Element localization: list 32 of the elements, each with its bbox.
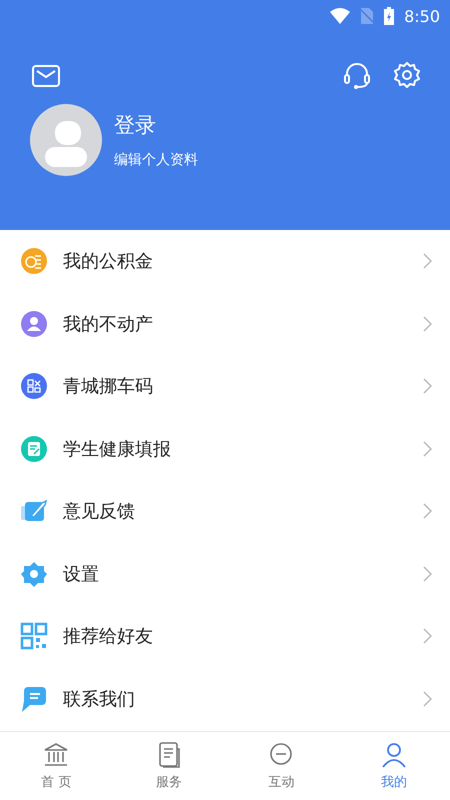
user-icon [380, 741, 408, 769]
nav-tab[interactable]: 互动 [225, 732, 338, 800]
chevron-icon [423, 566, 432, 582]
menu-item[interactable]: 我的不动产 [63, 312, 423, 336]
chevron-icon [423, 628, 432, 644]
edit-profile-link[interactable]: 编辑个人资料 [114, 151, 198, 169]
bank-icon [42, 741, 70, 769]
menu-item[interactable]: 联系我们 [63, 686, 423, 711]
chevron-icon [423, 378, 432, 394]
menu-item[interactable]: 意见反馈 [63, 499, 423, 524]
chevron-icon [423, 316, 432, 332]
mail-icon[interactable] [32, 65, 60, 87]
nav-tab[interactable]: 我的 [338, 732, 450, 800]
menu-item[interactable]: 我的公积金 [63, 249, 423, 274]
avatar-icon[interactable] [30, 104, 102, 176]
menu-item[interactable]: 青城挪车码 [63, 374, 423, 398]
chevron-icon [423, 253, 432, 270]
login-link[interactable]: 登录 [114, 111, 198, 139]
no-sim-icon [360, 8, 374, 24]
nav-tab[interactable]: 服务 [112, 732, 225, 800]
status-time: 8:50 [404, 6, 440, 26]
chevron-icon [423, 690, 432, 707]
nav-tab[interactable]: 首 页 [0, 732, 112, 800]
battery-icon [384, 7, 394, 25]
headset-icon[interactable] [344, 62, 370, 90]
menu-item[interactable]: 设置 [63, 562, 423, 586]
wifi-icon [330, 8, 350, 24]
menu-item[interactable]: 学生健康填报 [63, 436, 423, 461]
chevron-icon [423, 440, 432, 457]
chevron-icon [423, 503, 432, 520]
menu-item[interactable]: 推荐给好友 [63, 624, 423, 648]
settings-icon[interactable] [394, 62, 420, 88]
